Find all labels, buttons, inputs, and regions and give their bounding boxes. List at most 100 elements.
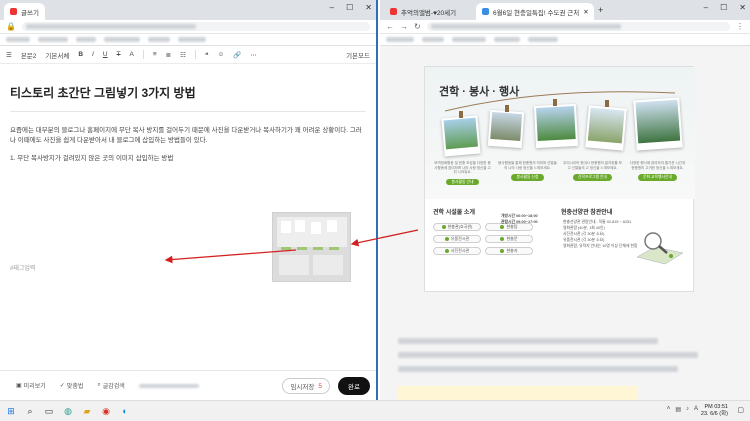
preview-button[interactable]: ▣ 미리보기 (16, 381, 46, 390)
notification-icon[interactable]: ▢ (737, 406, 744, 414)
strike-button[interactable]: T (117, 51, 121, 58)
right-address-bar[interactable] (426, 22, 730, 31)
edge-icon[interactable]: ◐ (119, 405, 131, 417)
spellcheck-button[interactable]: ✓ 맞춤법 (60, 381, 84, 390)
editor-bottom-bar: ▣ 미리보기 ✓ 맞춤법 ⌕ 글감검색 임시저장 5 완료 (0, 370, 376, 400)
bullet-icon (500, 225, 505, 229)
dragged-image-thumbnail[interactable] (272, 212, 351, 282)
temp-save-count: 5 (318, 382, 322, 390)
lock-icon: 🔒 (6, 22, 16, 31)
minimize-icon[interactable]: – (704, 3, 708, 12)
back-icon[interactable]: ← (386, 22, 394, 31)
post-paragraph: 1. 무단 복사방지가 걸려있지 않은 곳의 이미지 삽입하는 방법 (10, 155, 174, 162)
maximize-icon[interactable]: ☐ (346, 3, 353, 12)
volunteer-info-button[interactable]: 봉사활동 안내 (446, 178, 479, 185)
bullet-icon (444, 249, 449, 253)
guide-list: 현충선양관 관람안내 : 직통 02-815 ~ 6251 영화관람 (40분,… (563, 220, 638, 248)
chevron-up-icon[interactable]: ˄ (667, 406, 671, 413)
left-address-bar[interactable] (21, 22, 370, 31)
close-icon[interactable]: ✕ (365, 3, 372, 12)
tab-memorial[interactable]: 6월6일 현충일특집! 수도권 근처 ✕ (476, 3, 594, 20)
done-button[interactable]: 완료 (338, 377, 370, 395)
left-tab-bar: 글쓰기 – ☐ ✕ (0, 0, 376, 20)
program-column: 다양한 행사에 참여하여 즐거운 시간과 현충원의 고귀한 정신을 느껴보세요.… (629, 161, 686, 181)
text-color-icon[interactable]: A (130, 51, 134, 58)
menu-icon[interactable]: ☰ (6, 51, 12, 59)
new-tab-icon[interactable]: + (598, 5, 603, 15)
taskbar: ⊞ ⌕ ▭ ◍ ▰ ◉ ◐ ˄ ▤ ♪ A PM 03:51 23. 6/6 (… (0, 400, 750, 421)
left-bookmarks-bar (0, 34, 376, 46)
network-icon[interactable]: ▤ (675, 406, 681, 413)
more-icon[interactable]: ⋯ (250, 51, 257, 59)
search-icon: ⌕ (97, 382, 101, 388)
volunteer-apply-button[interactable]: 봉사활동 신청 (511, 174, 544, 181)
photo-3 (533, 103, 579, 149)
align-center-icon[interactable]: ≣ (166, 51, 171, 59)
quote-icon[interactable]: ❝ (205, 51, 209, 59)
tab-write-label: 글쓰기 (21, 9, 39, 17)
body-style-select[interactable]: 본문2 (21, 50, 37, 60)
program-columns: 묘역정화활동 및 헌충 조성을 다양한 봉사활동에 참여하며 나라 사랑 정신을… (433, 161, 687, 185)
event-info-button[interactable]: 문화 교육행사안내 (638, 174, 677, 181)
close-icon[interactable]: ✕ (739, 3, 746, 12)
forward-icon[interactable]: → (400, 22, 408, 31)
align-left-icon[interactable]: ≡ (153, 51, 157, 58)
italic-button[interactable]: I (92, 51, 94, 58)
facilities-title: 견학 시설물 소개 (433, 210, 475, 216)
underline-button[interactable]: U (103, 51, 108, 58)
right-tab-bar: 추억의앨범-♥20세기 6월6일 현충일특집! 수도권 근처 ✕ + – ☐ ✕ (380, 0, 750, 20)
right-address-row: ← → ↻ ⋮ (380, 20, 750, 34)
task-view-icon[interactable]: ▭ (43, 405, 55, 417)
profile-icon[interactable]: ⋮ (736, 22, 744, 31)
hall-button[interactable]: 현충문 (485, 235, 533, 243)
photo-4 (585, 105, 627, 151)
youtube-icon (390, 8, 397, 15)
bullet-icon (444, 237, 449, 241)
web-page: 견학 · 봉사 · 행사 묘역정화활동 및 헌충 조성을 다양한 봉사활동에 참… (380, 46, 750, 400)
tab-write[interactable]: 글쓰기 (4, 3, 45, 20)
post-title[interactable]: 티스토리 초간단 그림넣기 3가지 방법 (10, 84, 366, 101)
left-address-row: 🔒 (0, 20, 376, 34)
hall-button[interactable]: 현충관(호국관) (433, 223, 481, 231)
post-paragraph: 요즘에는 대부분의 블로그나 홈페이지에 무단 복사 방지를 걸어두기 때문에 … (10, 127, 362, 144)
maximize-icon[interactable]: ☐ (720, 3, 727, 12)
close-tab-icon[interactable]: ✕ (583, 8, 588, 16)
tag-input[interactable]: #태그입력 (10, 263, 35, 272)
reload-icon[interactable]: ↻ (414, 22, 421, 31)
program-column: 봉사활동을 통해 현충원의 의미와 선열들의 나라 사랑 정신을 느껴보세요. 봉… (498, 161, 557, 181)
left-window-controls: – ☐ ✕ (330, 3, 372, 12)
bold-button[interactable]: B (78, 51, 83, 58)
tour-info-button[interactable]: 견학프로그램 안내 (573, 174, 612, 181)
chrome-icon[interactable]: ◉ (100, 405, 112, 417)
clock[interactable]: PM 03:51 23. 6/6 (화) (701, 404, 728, 418)
search-icon[interactable]: ⌕ (24, 405, 36, 417)
right-bookmarks-bar (380, 34, 750, 46)
ime-icon[interactable]: A (694, 406, 698, 413)
link-icon[interactable]: 🔗 (233, 51, 241, 59)
mode-select[interactable]: 기본모드 (346, 50, 370, 60)
hall-button[interactable]: 현충지 (485, 247, 533, 255)
shortcut-button[interactable]: ⌕ 글감검색 (97, 381, 124, 390)
post-body[interactable]: 요즘에는 대부분의 블로그나 홈페이지에 무단 복사 방지를 걸어두기 때문에 … (10, 126, 366, 164)
guide-title: 현충선양관 참관안내 (561, 210, 613, 216)
list-icon[interactable]: ☷ (180, 51, 186, 59)
photo-5 (633, 97, 683, 151)
right-window-controls: – ☐ ✕ (704, 3, 746, 12)
browser-window: 추억의앨범-♥20세기 6월6일 현충일특집! 수도권 근처 ✕ + – ☐ ✕… (380, 0, 750, 400)
temp-save-button[interactable]: 임시저장 5 (282, 378, 330, 394)
minimize-icon[interactable]: – (330, 3, 334, 12)
hero-banner: 견학 · 봉사 · 행사 묘역정화활동 및 헌충 조성을 다양한 봉사활동에 참… (425, 67, 695, 199)
emoji-icon[interactable]: ☺ (217, 51, 224, 58)
volume-icon[interactable]: ♪ (686, 406, 689, 413)
folder-icon[interactable]: ▰ (81, 405, 93, 417)
tab-album[interactable]: 추억의앨범-♥20세기 (384, 3, 476, 20)
hall-button[interactable]: 사진전시관 (433, 247, 481, 255)
editor-toolbar: ☰ 본문2 기본서체 B I U T A ≡ ≣ ☷ ❝ ☺ 🔗 ⋯ 기본모드 (0, 46, 376, 64)
chat-icon[interactable]: ◍ (62, 405, 74, 417)
tistory-icon (10, 8, 17, 15)
font-select[interactable]: 기본서체 (45, 50, 69, 60)
hall-button[interactable]: 유품전시관 (433, 235, 481, 243)
spellcheck-icon: ✓ (59, 383, 65, 389)
system-tray: ˄ ▤ ♪ A (667, 406, 698, 413)
windows-start-icon[interactable]: ⊞ (5, 405, 17, 417)
